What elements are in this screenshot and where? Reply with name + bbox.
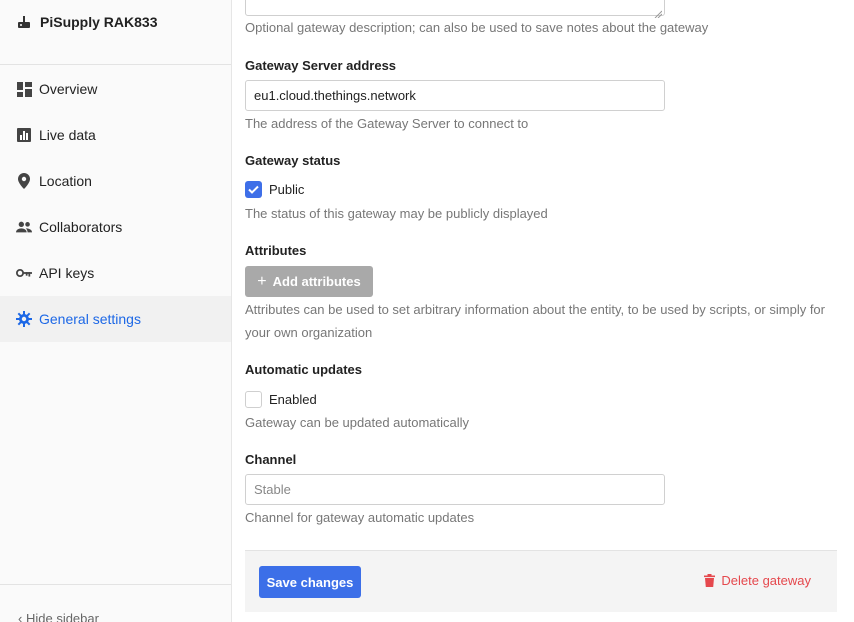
automatic-updates-label: Automatic updates	[245, 362, 363, 377]
channel-input[interactable]: Stable	[245, 474, 665, 505]
attributes-help-text-line2: your own organization	[245, 325, 373, 340]
server-address-help-text: The address of the Gateway Server to con…	[245, 116, 529, 131]
sidebar-nav: Overview Live data Location Collaborator…	[0, 66, 231, 342]
hide-sidebar-button[interactable]: ‹ Hide sidebar	[0, 584, 231, 622]
chevron-left-icon: ‹	[18, 611, 23, 622]
public-checkbox-row[interactable]: Public	[245, 181, 304, 198]
description-textarea[interactable]	[245, 0, 665, 19]
attributes-help-text-line1: Attributes can be used to set arbitrary …	[245, 302, 825, 317]
key-icon	[16, 265, 32, 281]
add-attributes-button[interactable]: + Add attributes	[245, 266, 373, 297]
automatic-updates-help-text: Gateway can be updated automatically	[245, 415, 470, 430]
channel-help-text: Channel for gateway automatic updates	[245, 510, 475, 525]
gateway-header: PiSupply RAK833	[0, 0, 231, 65]
form-actions-bar: Save changes Delete gateway	[245, 550, 837, 612]
description-help-text: Optional gateway description; can also b…	[245, 20, 709, 35]
sidebar-item-overview[interactable]: Overview	[0, 66, 231, 112]
sidebar-item-collaborators[interactable]: Collaborators	[0, 204, 231, 250]
gateway-status-help-text: The status of this gateway may be public…	[245, 206, 548, 221]
server-address-input[interactable]: eu1.cloud.thethings.network	[245, 80, 665, 111]
sidebar-item-label: Collaborators	[39, 219, 123, 235]
sidebar-item-label: API keys	[39, 265, 95, 281]
enabled-checkbox-row[interactable]: Enabled	[245, 391, 317, 408]
enabled-checkbox-label: Enabled	[269, 392, 317, 407]
public-checkbox-label: Public	[269, 182, 305, 197]
delete-gateway-button[interactable]: Delete gateway	[704, 573, 811, 588]
bar-chart-icon	[16, 127, 32, 143]
sidebar-item-live-data[interactable]: Live data	[0, 112, 231, 158]
sidebar-item-location[interactable]: Location	[0, 158, 231, 204]
sidebar: PiSupply RAK833 Overview Live data Locat…	[0, 0, 232, 622]
trash-icon	[704, 574, 716, 587]
sidebar-item-label: Overview	[39, 81, 98, 97]
sidebar-item-label: Live data	[39, 127, 96, 143]
public-checkbox[interactable]	[245, 181, 262, 198]
hide-sidebar-label: Hide sidebar	[25, 611, 99, 622]
gateway-status-label: Gateway status	[245, 153, 341, 168]
gateway-name: PiSupply RAK833	[40, 14, 158, 30]
sidebar-item-api-keys[interactable]: API keys	[0, 250, 231, 296]
location-pin-icon	[16, 173, 32, 189]
channel-label: Channel	[245, 452, 297, 467]
checkmark-icon	[248, 185, 259, 194]
add-attributes-label: Add attributes	[272, 274, 361, 289]
delete-gateway-label: Delete gateway	[721, 573, 811, 588]
attributes-label: Attributes	[245, 243, 307, 258]
sidebar-item-label: Location	[39, 173, 92, 189]
sidebar-item-label: General settings	[39, 311, 141, 327]
dashboard-icon	[16, 81, 32, 97]
people-icon	[16, 219, 32, 235]
gear-icon	[16, 311, 32, 327]
sidebar-item-general-settings[interactable]: General settings	[0, 296, 231, 342]
save-changes-button[interactable]: Save changes	[259, 566, 361, 598]
resize-grip-icon[interactable]	[654, 5, 663, 19]
server-address-label: Gateway Server address	[245, 58, 397, 73]
gateway-router-icon	[16, 14, 32, 30]
enabled-checkbox[interactable]	[245, 391, 262, 408]
plus-icon: +	[257, 272, 267, 290]
